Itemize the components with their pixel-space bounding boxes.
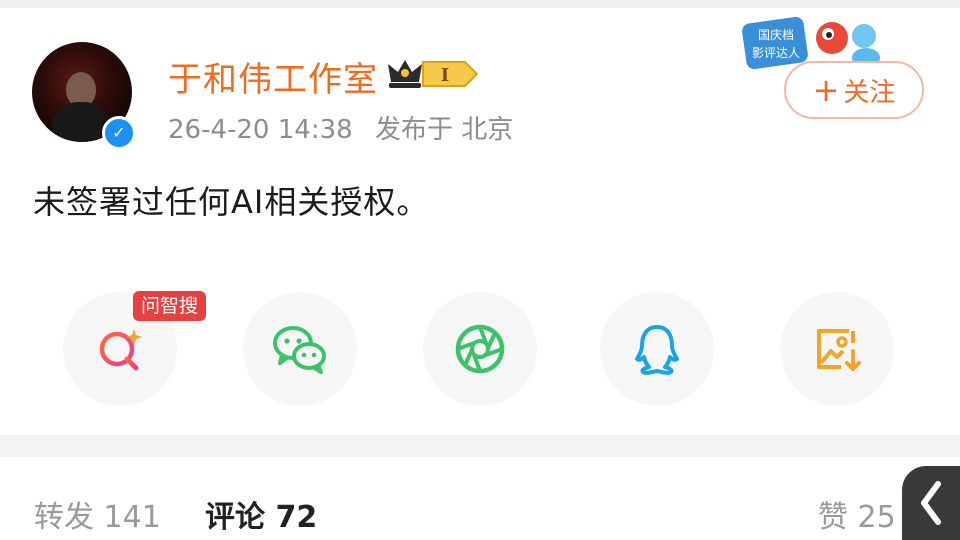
share-moments-button[interactable] xyxy=(423,292,537,406)
qq-icon xyxy=(635,325,679,375)
tab-like[interactable]: 赞 25 xyxy=(818,492,896,536)
repost-label: 转发 xyxy=(34,500,94,535)
comment-label: 评论 xyxy=(205,500,265,535)
top-divider xyxy=(0,0,960,8)
repost-count: 141 xyxy=(103,500,161,535)
back-chevron-button[interactable] xyxy=(902,466,960,540)
post-text: 未签署过任何AI相关授权。 xyxy=(33,183,430,221)
moments-icon xyxy=(455,324,505,374)
tab-comment[interactable]: 评论 72 xyxy=(205,492,317,536)
plus-icon: + xyxy=(812,71,840,109)
username[interactable]: 于和伟工作室 xyxy=(168,52,378,101)
share-qq-button[interactable] xyxy=(600,292,714,406)
follow-button[interactable]: + 关注 xyxy=(784,61,924,119)
save-image-button[interactable] xyxy=(780,292,894,406)
verified-icon: ✓ xyxy=(102,116,136,150)
event-badge-line1: 国庆档 xyxy=(758,28,794,42)
like-label: 赞 xyxy=(818,500,848,535)
post-meta: 26-4-20 14:38 发布于 北京 xyxy=(168,109,527,146)
vip-crown-badge-icon[interactable]: I xyxy=(385,56,481,92)
share-wechat-button[interactable] xyxy=(243,292,357,406)
save-image-icon xyxy=(817,329,861,371)
wechat-icon xyxy=(273,326,326,374)
tab-repost[interactable]: 转发 141 xyxy=(34,492,161,536)
section-divider xyxy=(0,435,960,457)
ai-search-icon xyxy=(99,329,142,371)
post-date: 26-4-20 14:38 xyxy=(168,115,353,145)
event-badge-line2: 影评达人 xyxy=(752,46,800,60)
comment-count: 72 xyxy=(275,500,318,535)
post-location: 发布于 北京 xyxy=(374,115,514,145)
like-count: 25 xyxy=(857,500,896,535)
chevron-left-icon xyxy=(921,481,941,525)
follow-label: 关注 xyxy=(843,77,896,108)
vip-level: I xyxy=(441,65,449,86)
ai-search-tag: 问智搜 xyxy=(133,291,207,321)
